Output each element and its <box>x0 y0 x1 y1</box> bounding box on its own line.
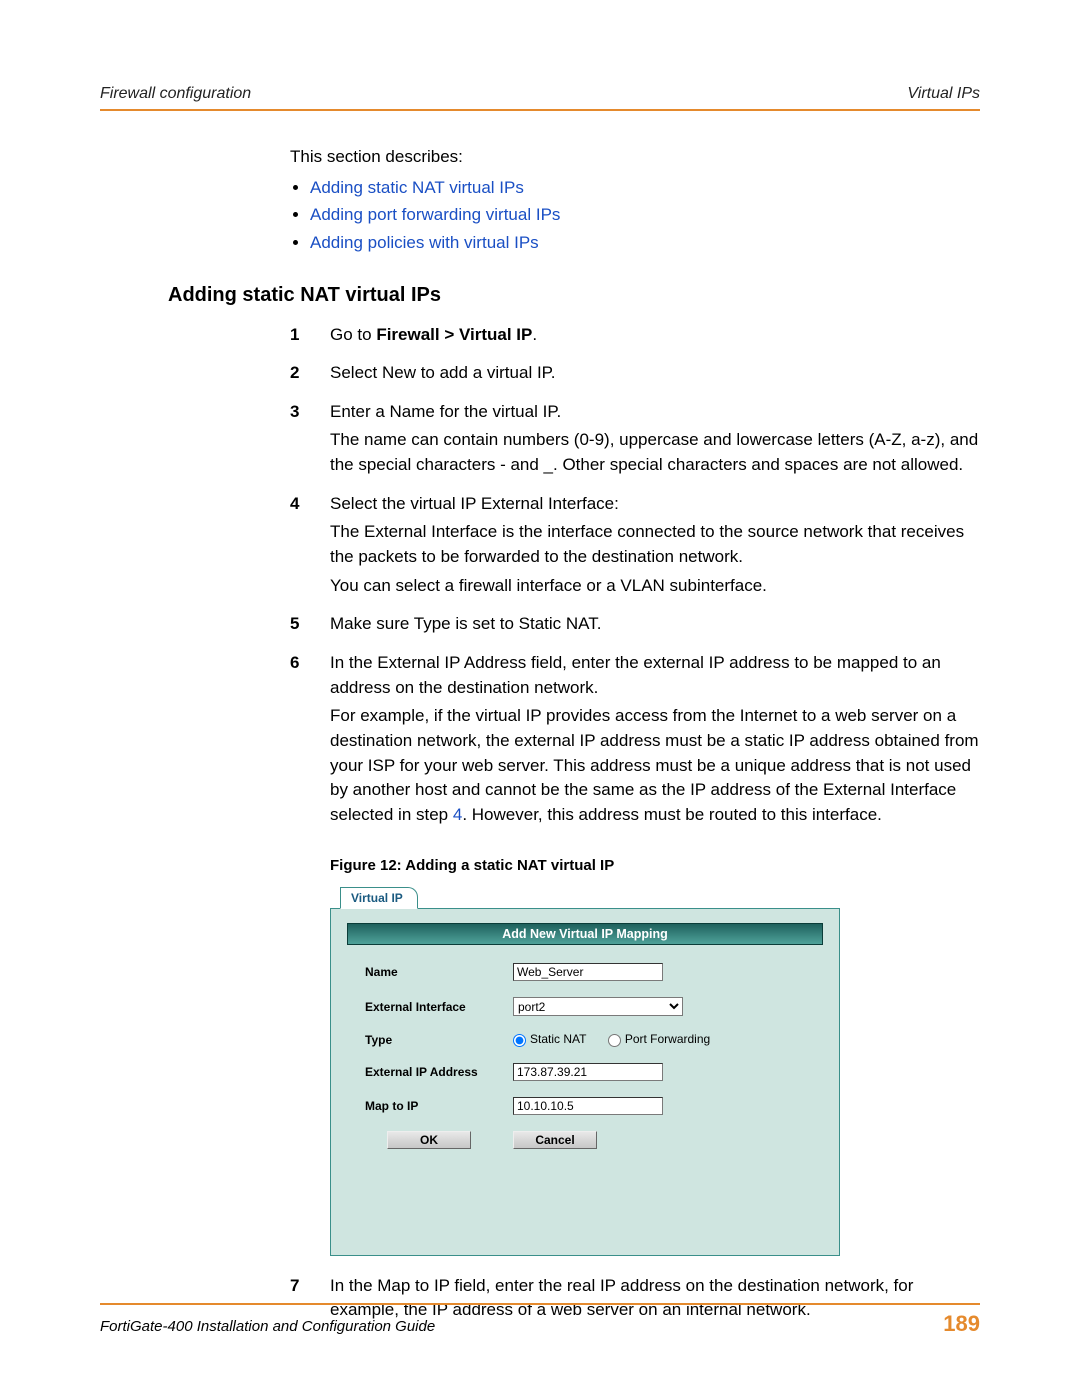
footer-guide-title: FortiGate-400 Installation and Configura… <box>100 1318 435 1335</box>
radio-static-nat[interactable] <box>513 1034 526 1047</box>
section-heading: Adding static NAT virtual IPs <box>168 284 980 307</box>
step-number: 2 <box>290 361 318 386</box>
tab-virtual-ip[interactable]: Virtual IP <box>340 887 418 909</box>
footer-page-number: 189 <box>943 1311 980 1337</box>
panel-title: Add New Virtual IP Mapping <box>347 923 823 945</box>
input-external-ip[interactable] <box>513 1063 663 1081</box>
label-type: Type <box>365 1033 513 1047</box>
step-item: 5Make sure Type is set to Static NAT. <box>290 612 980 651</box>
intro-link-port-forwarding[interactable]: Adding port forwarding virtual IPs <box>310 205 560 224</box>
step-item: 1Go to Firewall > Virtual IP. <box>290 323 980 362</box>
label-external-ip: External IP Address <box>365 1065 513 1079</box>
step-number: 4 <box>290 492 318 517</box>
input-map-to-ip[interactable] <box>513 1097 663 1115</box>
step-number: 5 <box>290 612 318 637</box>
label-external-interface: External Interface <box>365 1000 513 1014</box>
page-footer: FortiGate-400 Installation and Configura… <box>100 1303 980 1337</box>
step-item: 6In the External IP Address field, enter… <box>290 651 980 841</box>
select-external-interface[interactable]: port2 <box>513 997 683 1016</box>
step-number: 3 <box>290 400 318 425</box>
steps-list: 1Go to Firewall > Virtual IP.2Select New… <box>290 323 980 842</box>
figure-caption: Figure 12: Adding a static NAT virtual I… <box>330 857 980 874</box>
step-number: 7 <box>290 1274 318 1299</box>
header-right: Virtual IPs <box>907 85 980 103</box>
figure-virtual-ip: Virtual IP Add New Virtual IP Mapping Na… <box>330 884 840 1255</box>
step-number: 6 <box>290 651 318 676</box>
intro-link-static-nat[interactable]: Adding static NAT virtual IPs <box>310 178 524 197</box>
label-map-to-ip: Map to IP <box>365 1099 513 1113</box>
ok-button[interactable]: OK <box>387 1131 471 1149</box>
cancel-button[interactable]: Cancel <box>513 1131 597 1149</box>
step-number: 1 <box>290 323 318 348</box>
step-item: 2Select New to add a virtual IP. <box>290 361 980 400</box>
page-header: Firewall configuration Virtual IPs <box>100 85 980 111</box>
step-xref-link[interactable]: 4 <box>453 805 462 824</box>
step-item: 4Select the virtual IP External Interfac… <box>290 492 980 613</box>
radio-static-nat-label: Static NAT <box>530 1032 586 1046</box>
intro-link-policies[interactable]: Adding policies with virtual IPs <box>310 233 539 252</box>
label-name: Name <box>365 965 513 979</box>
input-name[interactable] <box>513 963 663 981</box>
intro-lead: This section describes: <box>290 147 463 166</box>
header-left: Firewall configuration <box>100 85 251 103</box>
intro-block: This section describes: Adding static NA… <box>290 145 980 256</box>
radio-port-forwarding-label: Port Forwarding <box>625 1032 710 1046</box>
step-item: 3Enter a Name for the virtual IP.The nam… <box>290 400 980 492</box>
intro-link-list: Adding static NAT virtual IPs Adding por… <box>290 176 980 256</box>
radio-port-forwarding[interactable] <box>608 1034 621 1047</box>
